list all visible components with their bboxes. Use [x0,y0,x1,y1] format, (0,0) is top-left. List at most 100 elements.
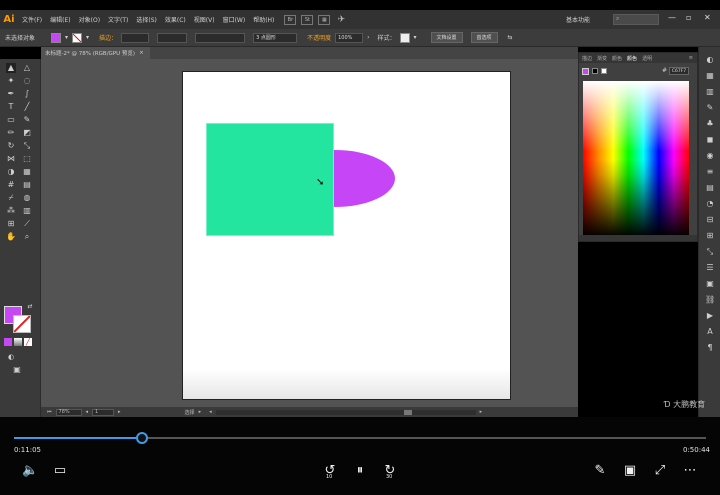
close-icon[interactable]: ✕ [704,13,711,22]
gradient-panel-icon[interactable]: ▤ [705,183,715,193]
stroke-weight-field[interactable] [121,32,150,43]
search-input[interactable]: ⌕ [613,14,659,25]
eraser-tool-icon[interactable]: ◩ [22,128,32,138]
artboards-icon[interactable]: ▣ [705,279,715,289]
annotate-pen-icon[interactable]: ✎ [592,463,608,479]
perspective-grid-tool-icon[interactable]: ▦ [22,167,32,177]
menu-select[interactable]: 选择(S) [132,15,161,24]
artboard-number-field[interactable]: 1 [92,408,115,416]
stroke-swatch[interactable] [13,315,31,333]
panel-black-swatch[interactable] [592,68,598,74]
selection-tool-icon[interactable]: ▲ [6,63,16,73]
zoom-tool-icon[interactable]: ⌕ [22,232,32,242]
chevron-down-icon[interactable]: ▾ [414,34,417,41]
transparency-icon[interactable]: ◔ [705,199,715,209]
panel-resize-handle[interactable] [579,235,697,241]
curvature-tool-icon[interactable]: ∫ [22,89,32,99]
hand-tool-icon[interactable]: ✋ [6,232,16,242]
pathfinder-icon[interactable]: ⊞ [705,231,715,241]
tab-transparency[interactable]: 透明 [642,55,652,62]
color-spectrum[interactable] [583,81,689,237]
stroke-none-swatch[interactable] [72,32,83,43]
variable-width-field[interactable] [157,32,188,43]
scale-tool-icon[interactable]: ⤡ [22,141,32,151]
tab-stroke[interactable]: 描边 [582,55,592,62]
links-icon[interactable]: ⛓ [705,295,715,305]
artboard-tool-icon[interactable]: ⊞ [6,219,16,229]
paragraph-icon[interactable]: ¶ [705,343,715,353]
blend-tool-icon[interactable]: ◍ [22,193,32,203]
horizontal-scrollbar[interactable] [215,409,476,415]
line-tool-icon[interactable]: ╱ [22,102,32,112]
color-mode-icon[interactable] [4,338,12,346]
graphic-styles-icon[interactable]: ◼ [705,135,715,145]
menu-object[interactable]: 对象(O) [75,15,104,24]
tab-color-2[interactable]: 颜色 [627,55,637,62]
style-swatch[interactable] [399,32,410,43]
hex-input[interactable]: C67F7 [669,67,689,75]
free-transform-tool-icon[interactable]: ⬚ [22,154,32,164]
prev-artboard-icon[interactable]: ◂ [86,409,89,415]
panel-white-swatch[interactable] [601,68,607,74]
chevron-down-icon[interactable]: ▾ [86,34,89,41]
green-rectangle[interactable] [206,123,334,236]
screen-mode-icon[interactable]: ▣ [12,365,22,375]
workspace-switcher[interactable]: 基本功能 [566,15,590,24]
swap-fill-stroke-icon[interactable]: ⇄ [25,302,35,312]
none-mode-icon[interactable]: ╱ [24,338,32,346]
document-tab[interactable]: 未标题-2* @ 78% (RGB/GPU 预览) × [41,47,150,59]
color-guide-icon[interactable]: ▦ [705,71,715,81]
transform-icon[interactable]: ⤡ [705,247,715,257]
stock-icon[interactable]: St [301,14,314,25]
menu-help[interactable]: 帮助(H) [249,15,278,24]
magic-wand-tool-icon[interactable]: ✦ [6,76,16,86]
document-setup-button[interactable]: 文档设置 [430,32,463,43]
volume-icon[interactable]: 🔈 [22,463,38,479]
status-arrow-icon[interactable]: ▸ [199,409,202,415]
stroke-label[interactable]: 描边： [99,33,117,42]
brush-definition-field[interactable]: 3 点圆形 [253,32,298,43]
scrollbar-thumb[interactable] [403,409,412,415]
tab-close-icon[interactable]: × [139,50,144,56]
arrange-icon[interactable]: ⇆ [508,34,513,41]
tab-color-1[interactable]: 颜色 [612,55,622,62]
zoom-field[interactable]: 78% [55,408,82,416]
next-artboard-icon[interactable]: ▸ [118,409,121,415]
lasso-tool-icon[interactable]: ◌ [22,76,32,86]
width-tool-icon[interactable]: ⋈ [6,154,16,164]
preferences-button[interactable]: 首选项 [470,32,498,43]
gradient-mode-icon[interactable] [14,338,22,346]
scroll-left-icon[interactable]: ◂ [209,409,212,415]
minimize-icon[interactable]: — [668,13,676,22]
shape-builder-tool-icon[interactable]: ◑ [6,167,16,177]
fill-color-swatch[interactable] [51,32,62,43]
panel-fill-swatch[interactable] [582,67,589,75]
gradient-tool-icon[interactable]: ▤ [22,180,32,190]
mesh-tool-icon[interactable]: # [6,180,16,190]
brushes-icon[interactable]: ✎ [705,103,715,113]
profile-field[interactable] [195,32,246,43]
type-tool-icon[interactable]: T [6,102,16,112]
fullscreen-icon[interactable]: ⤢ [652,463,668,479]
gpu-performance-icon[interactable]: ✈ [335,15,347,25]
paintbrush-tool-icon[interactable]: ✎ [22,115,32,125]
opacity-label[interactable]: 不透明度 [307,33,331,42]
bridge-icon[interactable]: Br [284,14,297,25]
more-options-icon[interactable]: ⋯ [682,463,698,479]
menu-window[interactable]: 窗口(W) [219,15,250,24]
slice-tool-icon[interactable]: ⟋ [22,219,32,229]
stroke-panel-icon[interactable]: ≡ [705,167,715,177]
draw-mode-icon[interactable]: ◐ [6,352,16,362]
skip-forward-icon[interactable]: ↻ 30 [382,463,398,480]
mini-view-icon[interactable]: ▣ [622,463,638,479]
type-panel-icon[interactable]: A [705,327,715,337]
opacity-arrow-icon[interactable]: › [367,34,369,41]
status-mode-label[interactable]: 选择 [185,409,195,416]
scroll-right-icon[interactable]: ▸ [480,409,483,415]
seek-thumb[interactable] [136,432,149,444]
appearance-icon[interactable]: ◉ [705,151,715,161]
layers-icon[interactable]: ☰ [705,263,715,273]
tab-gradient[interactable]: 渐变 [597,55,607,62]
direct-selection-tool-icon[interactable]: △ [22,63,32,73]
first-artboard-icon[interactable]: ⏮ [47,409,52,415]
